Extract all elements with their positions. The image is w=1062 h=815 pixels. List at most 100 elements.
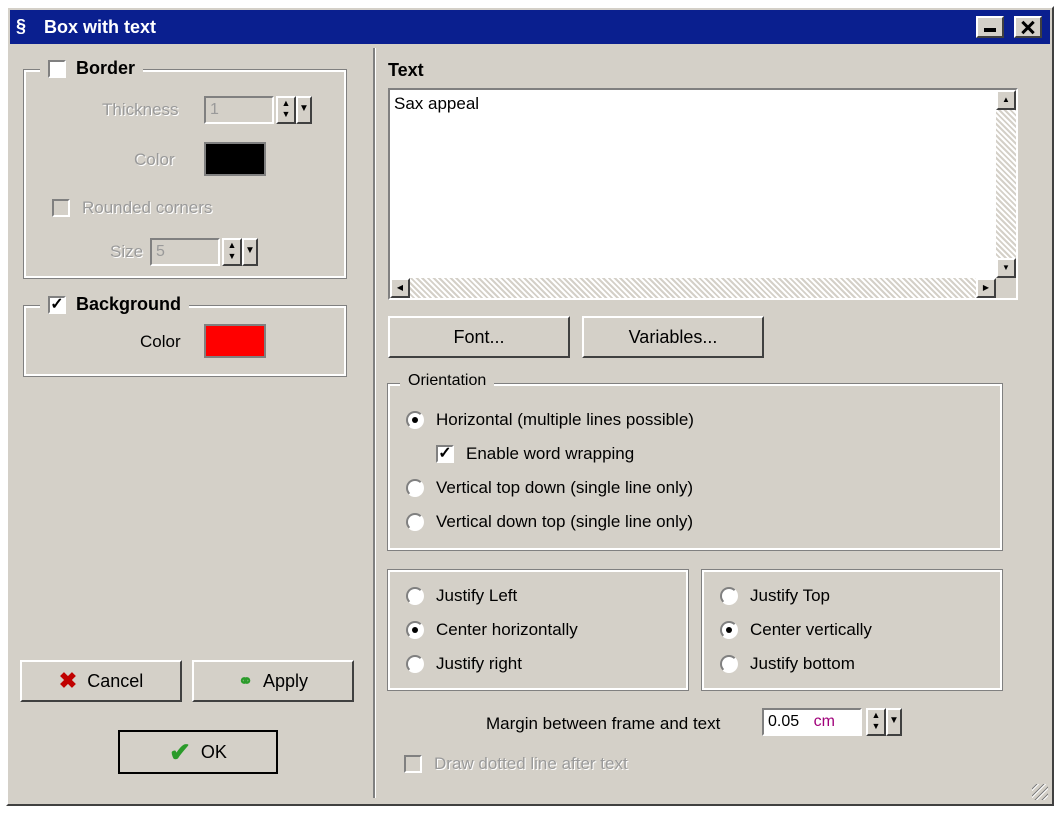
spin-updown-icon[interactable]: ▲ ▼ [866,708,886,736]
border-color-label: Color [134,150,175,169]
spin-updown-icon[interactable]: ▲ ▼ [222,238,242,266]
justify-bottom-radio[interactable] [720,655,738,673]
vertical-scrollbar[interactable]: ▲ ▼ [996,90,1016,278]
close-button[interactable] [1014,16,1042,38]
vertical-top-down-option[interactable]: Vertical top down (single line only) [406,478,693,498]
word-wrap-checkbox[interactable]: ✓ [436,445,454,463]
margin-unit: cm [813,713,835,730]
vertical-top-down-radio[interactable] [406,479,424,497]
justify-left-radio[interactable] [406,587,424,605]
font-button[interactable]: Font... [388,316,570,358]
font-label: Font... [453,326,505,347]
size-spinner[interactable]: ▲ ▼ ▼ [222,238,258,266]
text-label: Text [388,60,424,80]
border-label: Border [76,58,136,78]
checkmark-icon: ✔ [169,736,191,767]
thickness-input[interactable]: 1 [204,96,274,124]
text-area[interactable]: Sax appeal ▲ ▼ ◀ ▶ [388,88,1018,300]
orientation-group: Orientation Horizontal (multiple lines p… [387,372,1003,551]
center-vertically-radio[interactable] [720,621,738,639]
variables-button[interactable]: Variables... [582,316,764,358]
thickness-label: Thickness [102,100,179,119]
horizontal-radio[interactable] [406,411,424,429]
dotted-line-checkbox[interactable] [404,755,422,773]
margin-value: 0.05 [768,713,800,730]
cancel-label: Cancel [87,670,144,691]
chevron-down-icon[interactable]: ▼ [296,96,312,124]
window-title: Box with text [44,17,157,37]
vertical-down-top-label: Vertical down top (single line only) [436,512,694,531]
apply-button[interactable]: ⚭ Apply [192,660,354,702]
justify-bottom-label: Justify bottom [750,654,855,673]
vertical-down-top-radio[interactable] [406,513,424,531]
margin-label: Margin between frame and text [486,714,721,733]
justify-right-radio[interactable] [406,655,424,673]
ok-label: OK [200,741,227,762]
cross-icon: ✖ [58,668,78,693]
ok-button[interactable]: ✔ OK [118,730,278,774]
vertical-justify-group: Justify Top Center vertically Justify bo… [701,569,1003,691]
center-horizontally-option[interactable]: Center horizontally [406,620,578,640]
word-wrap-option[interactable]: ✓ Enable word wrapping [436,444,634,464]
justify-top-label: Justify Top [750,586,831,605]
orientation-legend: Orientation [400,372,495,390]
size-label: Size [110,242,144,261]
horizontal-label: Horizontal (multiple lines possible) [436,410,694,429]
justify-top-option[interactable]: Justify Top [720,586,830,606]
variables-label: Variables... [628,326,718,347]
horizontal-justify-group: Justify Left Center horizontally Justify… [387,569,689,691]
apply-label: Apply [263,670,309,691]
dialog-window: § Box with text Border Thickness 1 ▲ ▼ ▼ … [6,6,1054,806]
background-label: Background [76,294,182,314]
background-color-label: Color [140,332,181,351]
orientation-label: Orientation [408,372,487,389]
rounded-corners-checkbox[interactable] [52,199,70,217]
border-checkbox[interactable] [48,59,66,78]
size-input[interactable]: 5 [150,238,220,266]
cancel-button[interactable]: ✖ Cancel [20,660,182,702]
vertical-divider [373,48,376,798]
vertical-down-top-option[interactable]: Vertical down top (single line only) [406,512,693,532]
thickness-spinner[interactable]: ▲ ▼ ▼ [276,96,312,124]
background-checkbox[interactable]: ✓ [48,295,66,314]
chevron-down-icon[interactable]: ▼ [242,238,258,266]
background-color-swatch[interactable] [204,324,266,358]
apply-icon: ⚭ [237,670,254,691]
vertical-top-down-label: Vertical top down (single line only) [436,478,694,497]
scroll-right-icon[interactable]: ▶ [976,278,996,298]
dotted-line-label: Draw dotted line after text [434,754,628,773]
center-horizontally-label: Center horizontally [436,620,578,639]
border-color-swatch[interactable] [204,142,266,176]
horizontal-scrollbar[interactable]: ◀ ▶ [390,278,996,298]
justify-left-option[interactable]: Justify Left [406,586,517,606]
app-icon: § [16,16,27,36]
justify-top-radio[interactable] [720,587,738,605]
margin-input[interactable]: 0.05 cm [762,708,862,736]
background-legend: ✓ Background [40,294,190,315]
border-group: Border Thickness 1 ▲ ▼ ▼ Color Rounded co… [23,58,347,279]
background-group: ✓ Background Color [23,294,347,377]
justify-left-label: Justify Left [436,586,518,605]
chevron-down-icon[interactable]: ▼ [886,708,902,736]
rounded-corners-label: Rounded corners [82,198,213,217]
scroll-left-icon[interactable]: ◀ [390,278,410,298]
word-wrap-label: Enable word wrapping [466,444,635,463]
dotted-line-option[interactable]: Draw dotted line after text [404,754,628,774]
horizontal-option[interactable]: Horizontal (multiple lines possible) [406,410,694,430]
justify-right-option[interactable]: Justify right [406,654,522,674]
margin-spinner[interactable]: ▲ ▼ ▼ [866,708,902,736]
scroll-corner [996,278,1016,298]
minimize-button[interactable] [976,16,1004,38]
border-legend: Border [40,58,144,79]
scroll-up-icon[interactable]: ▲ [996,90,1016,110]
text-area-content: Sax appeal [394,94,480,113]
spin-updown-icon[interactable]: ▲ ▼ [276,96,296,124]
justify-right-label: Justify right [436,654,522,673]
rounded-corners-row[interactable]: Rounded corners [52,198,212,218]
center-vertically-label: Center vertically [750,620,872,639]
justify-bottom-option[interactable]: Justify bottom [720,654,855,674]
resize-grip-icon[interactable] [1032,784,1048,800]
center-vertically-option[interactable]: Center vertically [720,620,872,640]
scroll-down-icon[interactable]: ▼ [996,258,1016,278]
center-horizontally-radio[interactable] [406,621,424,639]
